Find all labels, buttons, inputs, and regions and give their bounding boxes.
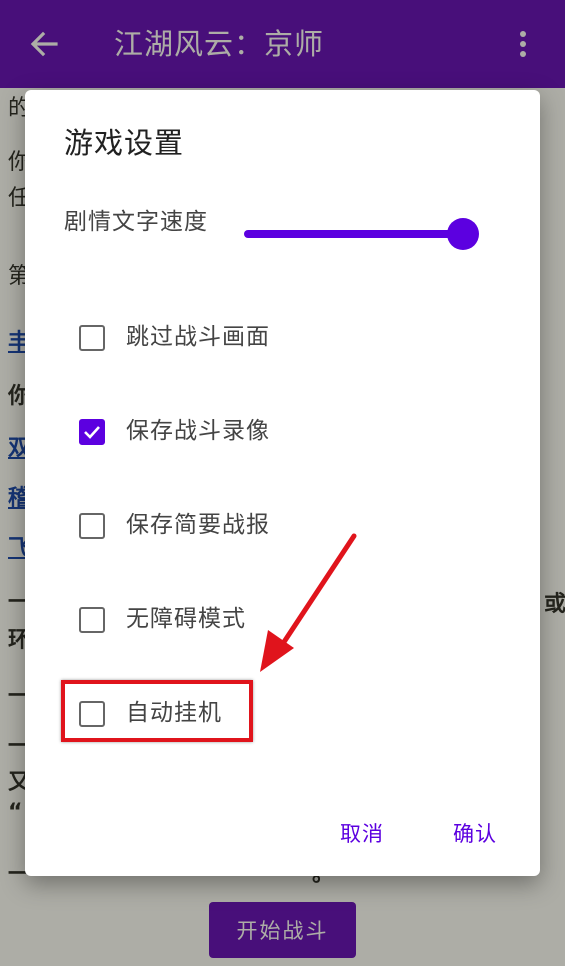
annotation-arrow-icon [260, 533, 357, 672]
